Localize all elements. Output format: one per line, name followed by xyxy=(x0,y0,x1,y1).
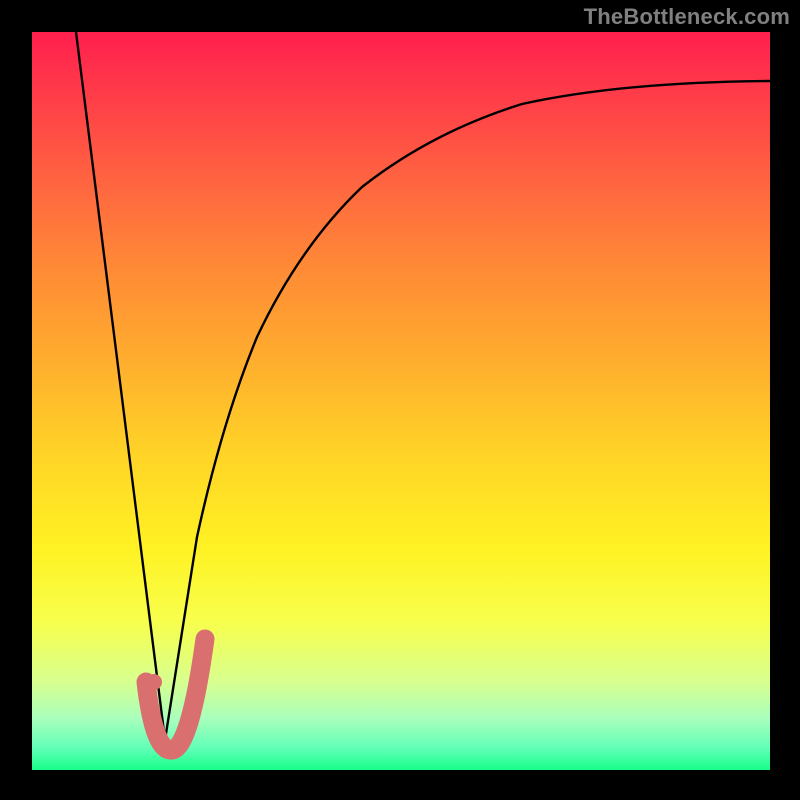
outer-frame: TheBottleneck.com xyxy=(0,0,800,800)
plot-area xyxy=(32,32,770,770)
left-descent-curve xyxy=(76,32,165,740)
watermark-text: TheBottleneck.com xyxy=(584,4,790,30)
curve-layer xyxy=(32,32,770,770)
right-ascending-curve xyxy=(165,81,770,740)
